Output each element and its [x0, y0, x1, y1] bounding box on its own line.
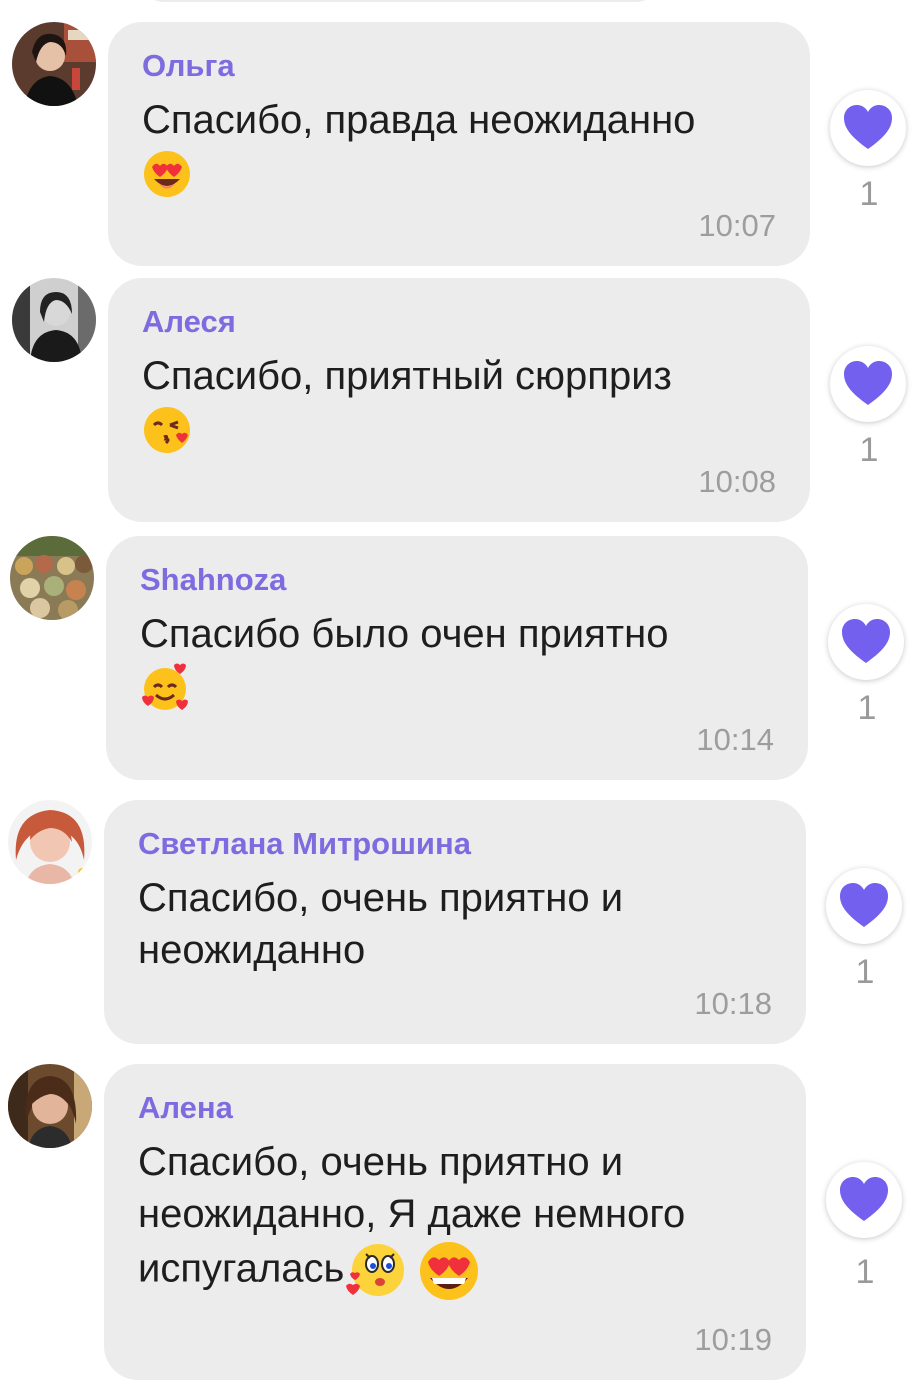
message-text: Спасибо, приятный сюрприз — [142, 350, 776, 455]
message-bubble[interactable]: Алена Спасибо, очень приятно и неожиданн… — [104, 1064, 806, 1380]
message-bubble[interactable]: Светлана Митрошина Спасибо, очень приятн… — [104, 800, 806, 1044]
author-name[interactable]: Shahnoza — [140, 560, 774, 600]
smiling-face-with-heart-eyes-icon — [142, 149, 192, 199]
message-text-body: Спасибо, приятный сюрприз — [142, 354, 672, 398]
user-avatar[interactable] — [8, 800, 92, 884]
message-timestamp: 10:18 — [694, 986, 772, 1021]
face-blowing-a-kiss-icon — [142, 405, 192, 455]
user-avatar[interactable] — [10, 536, 94, 620]
like-button[interactable] — [828, 604, 904, 680]
message-text-body: Спасибо, правда неожиданно — [142, 98, 696, 142]
message-timestamp: 10:08 — [698, 464, 776, 499]
user-avatar[interactable] — [12, 278, 96, 362]
heart-icon — [842, 619, 890, 663]
user-avatar[interactable] — [8, 1064, 92, 1148]
message-text: Спасибо, правда неожиданно — [142, 94, 776, 199]
author-name[interactable]: Ольга — [142, 46, 776, 86]
like-button[interactable] — [830, 90, 906, 166]
message-text-body: Спасибо было очен приятно — [140, 612, 669, 656]
message-text: Спасибо, очень приятно и неожиданно — [138, 876, 624, 972]
heart-icon — [844, 361, 892, 405]
user-avatar[interactable] — [12, 22, 96, 106]
like-button[interactable] — [826, 1162, 902, 1238]
heart-icon — [840, 1177, 888, 1221]
message-timestamp: 10:14 — [696, 722, 774, 757]
message-text: Спасибо, очень приятно и неожиданно, Я д… — [138, 1136, 772, 1302]
heart-icon — [844, 105, 892, 149]
like-count: 1 — [855, 1253, 875, 1291]
chat-message-list[interactable]: Ольга Спасибо, правда неожиданно 10:07 1 — [0, 0, 916, 1400]
author-name[interactable]: Алеся — [142, 302, 776, 342]
message-bubble[interactable]: Ольга Спасибо, правда неожиданно 10:07 — [108, 22, 810, 266]
message-timestamp: 10:19 — [694, 1322, 772, 1357]
heart-eyes-grin-icon — [418, 1240, 480, 1302]
author-name[interactable]: Алена — [138, 1088, 772, 1128]
smiling-face-with-hearts-icon — [140, 663, 190, 713]
message-bubble[interactable]: Алеся Спасибо, приятный сюрприз 10:08 — [108, 278, 810, 522]
previous-message-bubble-edge — [140, 0, 660, 2]
author-name[interactable]: Светлана Митрошина — [138, 824, 772, 864]
like-button[interactable] — [830, 346, 906, 422]
like-count: 1 — [859, 175, 879, 213]
like-count: 1 — [855, 953, 875, 991]
message-timestamp: 10:07 — [698, 208, 776, 243]
like-button[interactable] — [826, 868, 902, 944]
message-bubble[interactable]: Shahnoza Спасибо было очен приятно 10:14 — [106, 536, 808, 780]
heart-icon — [840, 883, 888, 927]
message-text-body: Спасибо, очень приятно и неожиданно, Я д… — [138, 1140, 686, 1291]
like-count: 1 — [859, 431, 879, 469]
like-count: 1 — [857, 689, 877, 727]
kissing-face-sticker-icon — [344, 1240, 406, 1302]
message-text: Спасибо было очен приятно — [140, 608, 774, 713]
